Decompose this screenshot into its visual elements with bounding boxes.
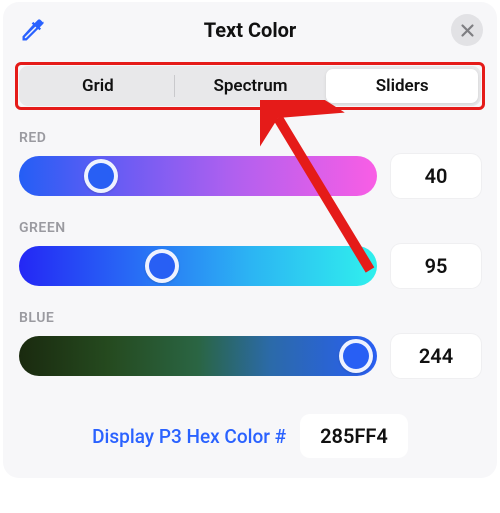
channel-red: RED 40	[19, 130, 481, 198]
channel-green: GREEN 95	[19, 220, 481, 288]
green-value-input[interactable]: 95	[391, 244, 481, 288]
close-button[interactable]	[451, 14, 483, 46]
slider-thumb[interactable]	[339, 339, 373, 373]
close-icon	[460, 23, 475, 38]
slider-track	[19, 336, 377, 376]
slider-thumb[interactable]	[145, 249, 179, 283]
slider-track	[19, 156, 377, 196]
tab-label: Grid	[82, 76, 114, 96]
blue-slider[interactable]	[19, 336, 377, 376]
slider-track	[19, 246, 377, 286]
tab-label: Spectrum	[213, 76, 287, 96]
view-mode-segmented: Grid Spectrum Sliders	[19, 66, 481, 106]
hex-label[interactable]: Display P3 Hex Color #	[92, 425, 286, 448]
channel-label: BLUE	[19, 310, 481, 326]
panel-header: Text Color	[3, 2, 497, 58]
tab-label: Sliders	[376, 76, 429, 96]
panel-title: Text Color	[204, 18, 297, 42]
slider-thumb[interactable]	[84, 159, 118, 193]
hex-value-input[interactable]: 285FF4	[300, 414, 408, 458]
red-slider[interactable]	[19, 156, 377, 196]
sliders-section: RED 40 GREEN 95 BLUE	[3, 106, 497, 378]
tab-sliders[interactable]: Sliders	[326, 69, 478, 103]
channel-label: GREEN	[19, 220, 481, 236]
segmented-control-wrap: Grid Spectrum Sliders	[19, 66, 481, 106]
eyedropper-icon[interactable]	[19, 16, 47, 44]
tab-grid[interactable]: Grid	[22, 69, 174, 103]
green-slider[interactable]	[19, 246, 377, 286]
red-value-input[interactable]: 40	[391, 154, 481, 198]
hex-footer: Display P3 Hex Color # 285FF4	[3, 400, 497, 458]
channel-label: RED	[19, 130, 481, 146]
blue-value-input[interactable]: 244	[391, 334, 481, 378]
tab-spectrum[interactable]: Spectrum	[175, 69, 327, 103]
channel-blue: BLUE 244	[19, 310, 481, 378]
color-picker-panel: Text Color Grid Spectrum Sliders RED 40	[3, 2, 497, 478]
